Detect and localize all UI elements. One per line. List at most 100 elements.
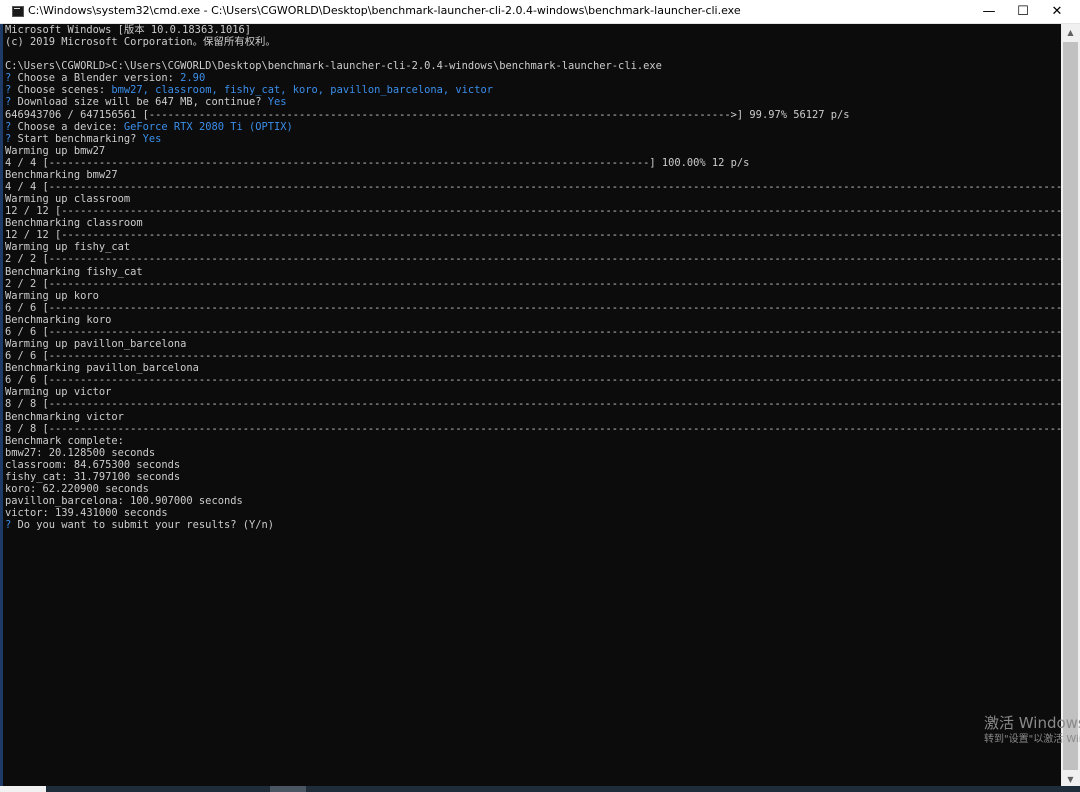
maximize-button[interactable]: ☐ — [1006, 0, 1040, 24]
console-text: 12 / 12 [-------------------------------… — [5, 205, 1061, 218]
watermark-subtitle: 转到"设置"以激活 Windows。 — [984, 734, 1080, 745]
console-line: Warming up classroom — [5, 193, 1061, 205]
console-line: 12 / 12 [-------------------------------… — [5, 205, 1061, 217]
console-line: ? Start benchmarking? Yes — [5, 133, 1061, 145]
console-text: 4 / 4 [---------------------------------… — [5, 181, 1061, 194]
console-line: Benchmarking fishy_cat — [5, 266, 1061, 278]
console-text: Microsoft Windows [版本 10.0.18363.1016] — [5, 24, 251, 36]
console-text: Do you want to submit your results? (Y/n… — [17, 519, 274, 532]
taskbar — [0, 786, 1080, 792]
console-line: C:\Users\CGWORLD>C:\Users\CGWORLD\Deskto… — [5, 60, 1061, 72]
answer-text: Yes — [142, 132, 162, 145]
window-left-edge — [0, 24, 3, 788]
console-text: Choose scenes: — [17, 84, 112, 97]
console-text: C:\Users\CGWORLD>C:\Users\CGWORLD\Deskto… — [5, 60, 662, 73]
prompt-marker: ? — [5, 72, 18, 85]
console-line: 646943706 / 647156561 [-----------------… — [5, 109, 1061, 121]
console-text: Start benchmarking? — [17, 132, 143, 145]
vertical-scrollbar[interactable]: ▲ ▼ — [1061, 24, 1080, 788]
console-text: (c) 2019 Microsoft Corporation。保留所有权利。 — [5, 36, 276, 49]
prompt-marker: ? — [5, 120, 18, 133]
prompt-marker: ? — [5, 132, 18, 145]
console-line: koro: 62.220900 seconds — [5, 483, 1061, 495]
console-line: classroom: 84.675300 seconds — [5, 459, 1061, 471]
console-line: Benchmarking victor — [5, 411, 1061, 423]
console-line: 6 / 6 [---------------------------------… — [5, 350, 1061, 362]
console-text: 4 / 4 [---------------------------------… — [5, 156, 750, 169]
console-line: 6 / 6 [---------------------------------… — [5, 374, 1061, 386]
scroll-up-arrow-icon[interactable]: ▲ — [1061, 24, 1080, 41]
console-text: Download size will be 647 MB, continue? — [17, 96, 268, 109]
console-line: victor: 139.431000 seconds — [5, 507, 1061, 519]
console-line: ? Choose scenes: bmw27, classroom, fishy… — [5, 84, 1061, 96]
console-line: Warming up bmw27 — [5, 145, 1061, 157]
console-text: Warming up pavillon_barcelona — [5, 338, 187, 351]
console-text: Warming up bmw27 — [5, 144, 106, 157]
console-line: Microsoft Windows [版本 10.0.18363.1016] — [5, 24, 1061, 36]
console-line: 4 / 4 [---------------------------------… — [5, 157, 1061, 169]
console-line: 8 / 8 [---------------------------------… — [5, 398, 1061, 410]
console-line: Benchmarking bmw27 — [5, 169, 1061, 181]
console-output[interactable]: Microsoft Windows [版本 10.0.18363.1016] (c… — [5, 24, 1061, 788]
console-line: ? Download size will be 647 MB, continue… — [5, 96, 1061, 108]
console-line: Benchmark complete: — [5, 435, 1061, 447]
answer-text: GeForce RTX 2080 Ti (OPTIX) — [123, 120, 293, 133]
console-text: fishy_cat: 31.797100 seconds — [5, 470, 181, 483]
console-text: Benchmark complete: — [5, 434, 124, 447]
console-text: 8 / 8 [---------------------------------… — [5, 398, 1061, 411]
console-line: 12 / 12 [-------------------------------… — [5, 229, 1061, 241]
console-line: 2 / 2 [---------------------------------… — [5, 278, 1061, 290]
console-line: 8 / 8 [---------------------------------… — [5, 423, 1061, 435]
console-text: 2 / 2 [---------------------------------… — [5, 277, 1061, 290]
console-icon[interactable] — [12, 6, 24, 17]
prompt-marker: ? — [5, 84, 18, 97]
console-text: Benchmarking bmw27 — [5, 168, 118, 181]
console-text: Benchmarking classroom — [5, 217, 143, 230]
taskbar-item-cmd[interactable] — [270, 786, 306, 792]
activate-windows-watermark: 激活 Windows 转到"设置"以激活 Windows。 — [984, 714, 1080, 754]
console-text: victor: 139.431000 seconds — [5, 507, 168, 520]
watermark-title: 激活 Windows — [984, 714, 1080, 732]
console-line: 2 / 2 [---------------------------------… — [5, 253, 1061, 265]
console-line: ? Do you want to submit your results? (Y… — [5, 519, 1061, 531]
console-text: Warming up koro — [5, 289, 99, 302]
console-text: Warming up classroom — [5, 193, 131, 206]
console-line: (c) 2019 Microsoft Corporation。保留所有权利。 — [5, 36, 1061, 48]
console-line: ? Choose a device: GeForce RTX 2080 Ti (… — [5, 121, 1061, 133]
answer-text: 2.90 — [180, 72, 206, 85]
console-line: Warming up koro — [5, 290, 1061, 302]
console-line: fishy_cat: 31.797100 seconds — [5, 471, 1061, 483]
console-line: 6 / 6 [---------------------------------… — [5, 302, 1061, 314]
console-line: Benchmarking koro — [5, 314, 1061, 326]
console-text: Benchmarking victor — [5, 410, 124, 423]
console-text: Benchmarking koro — [5, 313, 112, 326]
console-text: Choose a device: — [17, 120, 124, 133]
title-bar[interactable]: C:\Windows\system32\cmd.exe - C:\Users\C… — [0, 0, 1080, 24]
console-text: koro: 62.220900 seconds — [5, 482, 149, 495]
prompt-marker: ? — [5, 519, 18, 532]
console-text: Choose a Blender version: — [17, 72, 181, 85]
console-text: 6 / 6 [---------------------------------… — [5, 374, 1061, 387]
minimize-button[interactable]: — — [972, 0, 1006, 24]
console-line: pavillon_barcelona: 100.907000 seconds — [5, 495, 1061, 507]
console-line: ? Choose a Blender version: 2.90 — [5, 72, 1061, 84]
console-line: Warming up fishy_cat — [5, 241, 1061, 253]
console-line: 4 / 4 [---------------------------------… — [5, 181, 1061, 193]
console-text: 8 / 8 [---------------------------------… — [5, 422, 1061, 435]
scrollbar-thumb[interactable] — [1063, 42, 1078, 770]
console-text: 2 / 2 [---------------------------------… — [5, 253, 1061, 266]
console-line: 6 / 6 [---------------------------------… — [5, 326, 1061, 338]
console-text: 12 / 12 [-------------------------------… — [5, 229, 1061, 242]
console-text: 6 / 6 [---------------------------------… — [5, 301, 1061, 314]
console-line: Benchmarking classroom — [5, 217, 1061, 229]
console-line: bmw27: 20.128500 seconds — [5, 447, 1061, 459]
console-text: 6 / 6 [---------------------------------… — [5, 350, 1061, 363]
console-text: Benchmarking fishy_cat — [5, 265, 143, 278]
console-text: pavillon_barcelona: 100.907000 seconds — [5, 495, 243, 508]
close-button[interactable]: ✕ — [1040, 0, 1074, 24]
taskbar-start-area[interactable] — [0, 786, 46, 792]
answer-text: bmw27, classroom, fishy_cat, koro, pavil… — [111, 84, 493, 97]
console-text: bmw27: 20.128500 seconds — [5, 446, 156, 459]
console-text: classroom: 84.675300 seconds — [5, 458, 181, 471]
